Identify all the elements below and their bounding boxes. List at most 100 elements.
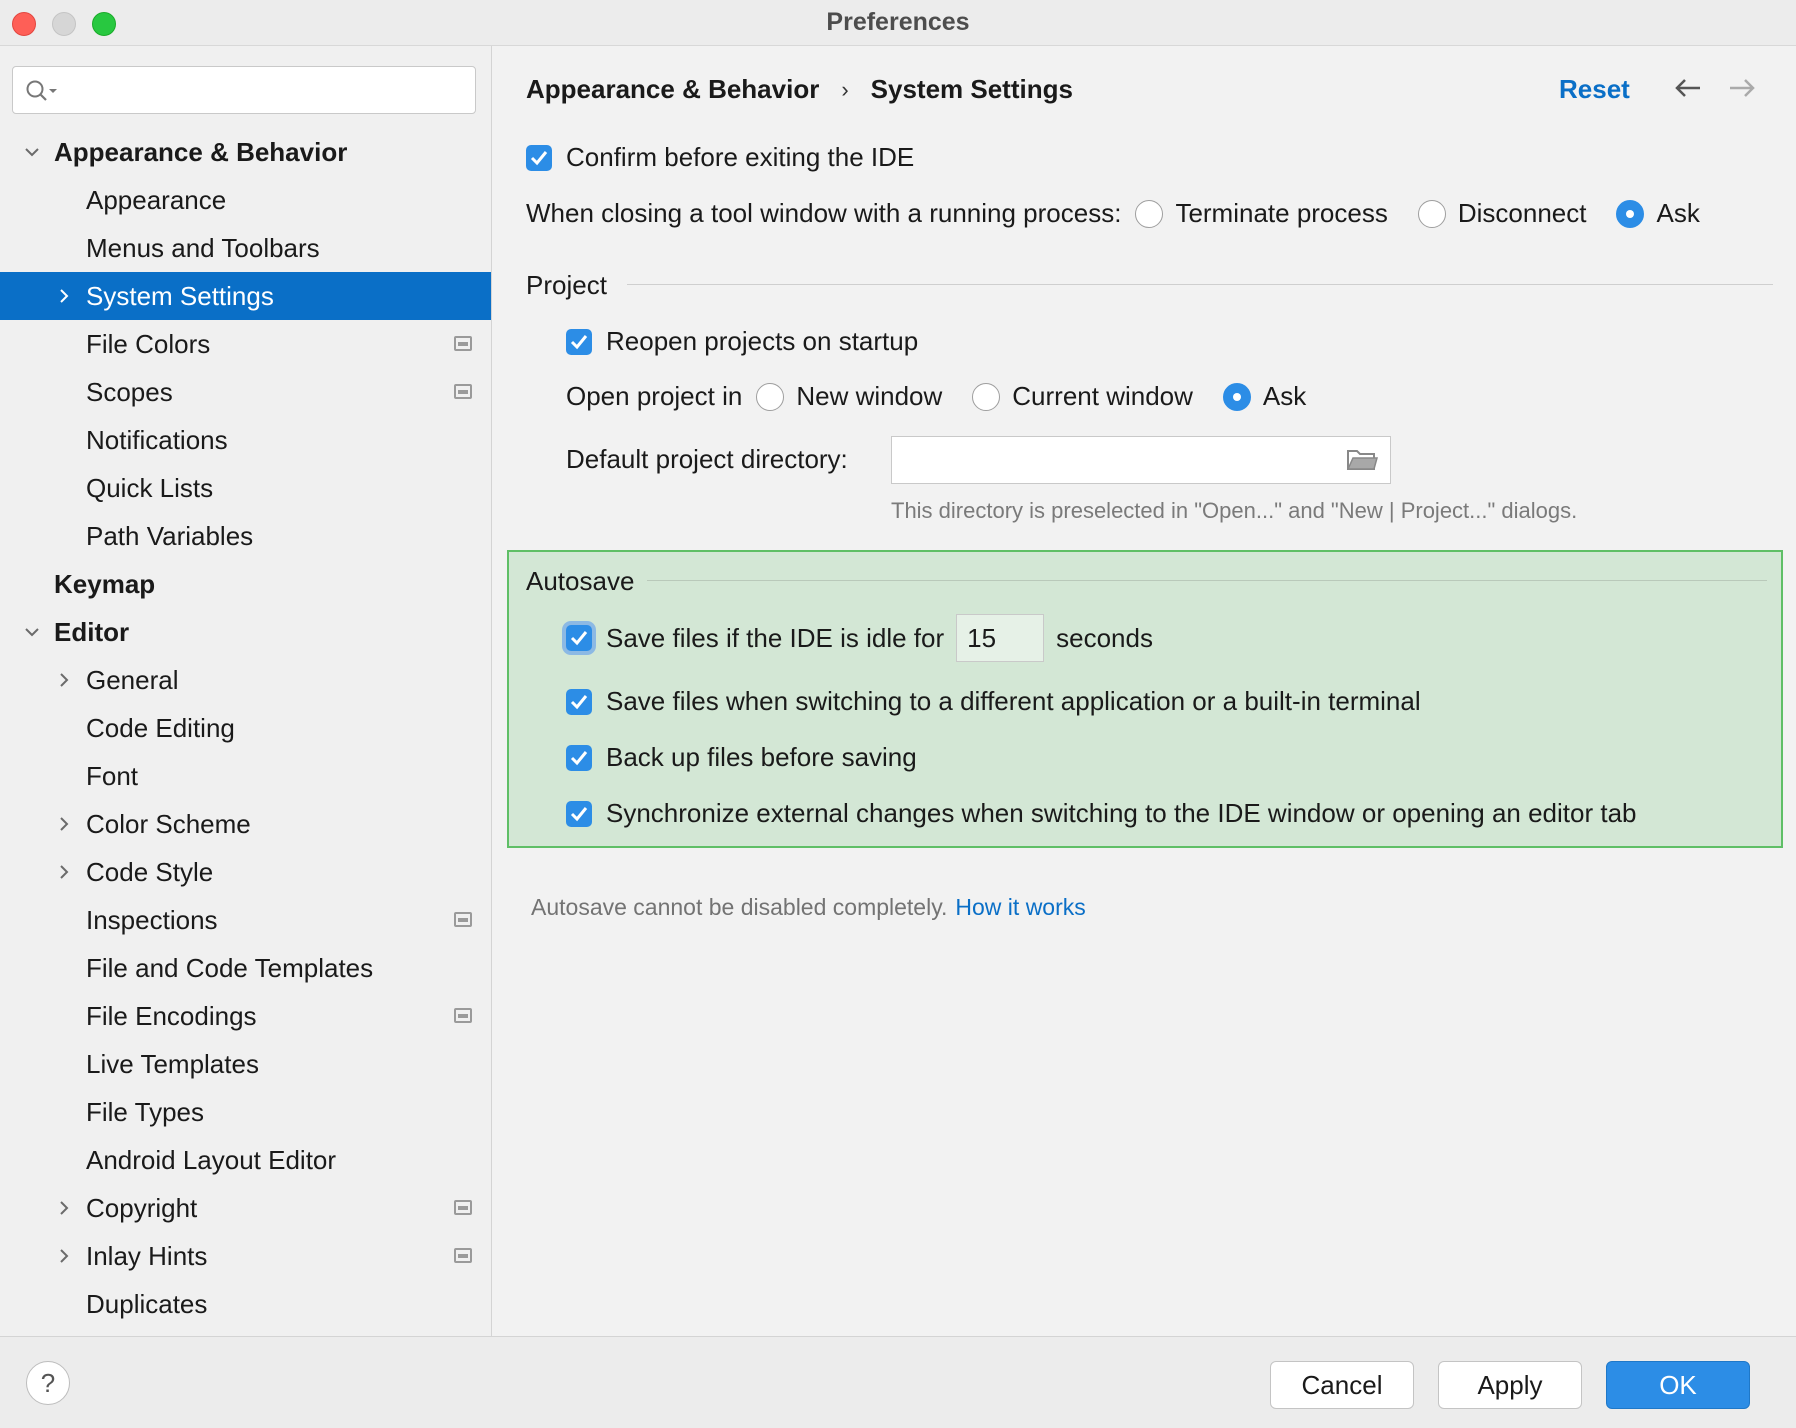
breadcrumb-parent[interactable]: Appearance & Behavior	[526, 74, 819, 105]
help-button[interactable]: ?	[26, 1361, 70, 1405]
sidebar-item-android-layout-editor[interactable]: Android Layout Editor	[0, 1136, 491, 1184]
sidebar-item-menus-and-toolbars[interactable]: Menus and Toolbars	[0, 224, 491, 272]
dialog-footer: ? Cancel Apply OK	[0, 1336, 1796, 1428]
sidebar-item-label: Notifications	[86, 424, 228, 455]
radio-new-window-label[interactable]: New window	[796, 381, 942, 412]
sidebar-item-color-scheme[interactable]: Color Scheme	[0, 800, 491, 848]
sidebar-item-live-templates[interactable]: Live Templates	[0, 1040, 491, 1088]
close-window-button[interactable]	[12, 12, 36, 36]
sidebar-item-file-colors[interactable]: File Colors	[0, 320, 491, 368]
chevron-right-icon[interactable]	[54, 862, 74, 882]
ok-button[interactable]: OK	[1606, 1361, 1750, 1409]
sidebar-item-keymap[interactable]: Keymap	[0, 560, 491, 608]
reopen-projects-checkbox[interactable]	[566, 328, 592, 355]
sidebar-item-code-editing[interactable]: Code Editing	[0, 704, 491, 752]
closing-tool-label: When closing a tool window with a runnin…	[526, 198, 1122, 228]
sidebar-item-label: Appearance & Behavior	[54, 136, 348, 167]
sidebar-item-path-variables[interactable]: Path Variables	[0, 512, 491, 560]
chevron-down-icon[interactable]	[22, 622, 42, 642]
radio-current-window[interactable]	[972, 382, 1001, 411]
chevron-right-icon[interactable]	[54, 1246, 74, 1266]
radio-current-window-label[interactable]: Current window	[1012, 381, 1193, 412]
folder-icon[interactable]	[1346, 447, 1378, 473]
sidebar-item-general[interactable]: General	[0, 656, 491, 704]
cancel-button[interactable]: Cancel	[1270, 1361, 1414, 1409]
project-scope-icon	[454, 1200, 472, 1215]
check-icon	[530, 150, 548, 165]
open-project-row: Open project in New window Current windo…	[566, 381, 1306, 412]
default-dir-field[interactable]	[891, 436, 1391, 484]
radio-disconnect[interactable]	[1417, 199, 1446, 228]
confirm-exit-option[interactable]: Confirm before exiting the IDE	[526, 142, 914, 173]
sidebar-item-label: Menus and Toolbars	[86, 232, 320, 263]
radio-ask-open-label[interactable]: Ask	[1263, 381, 1306, 412]
radio-ask-closing[interactable]	[1616, 199, 1645, 228]
maximize-window-button[interactable]	[92, 12, 116, 36]
autosave-section: Autosave Save files if the IDE is idle f…	[507, 550, 1783, 848]
backup-option[interactable]: Back up files before saving	[566, 742, 917, 773]
forward-arrow-icon[interactable]	[1727, 76, 1757, 100]
default-dir-row: Default project directory:	[566, 444, 848, 475]
sidebar-item-label: General	[86, 664, 179, 695]
confirm-exit-checkbox[interactable]	[526, 144, 552, 171]
sidebar-item-inlay-hints[interactable]: Inlay Hints	[0, 1232, 491, 1280]
backup-label: Back up files before saving	[606, 742, 917, 772]
apply-button[interactable]: Apply	[1438, 1361, 1582, 1409]
sidebar-item-label: Android Layout Editor	[86, 1144, 337, 1175]
sidebar-item-editor[interactable]: Editor	[0, 608, 491, 656]
project-scope-icon	[454, 912, 472, 927]
sidebar-item-file-types[interactable]: File Types	[0, 1088, 491, 1136]
project-scope-icon	[454, 1248, 472, 1263]
sidebar-item-duplicates[interactable]: Duplicates	[0, 1280, 491, 1328]
chevron-right-icon[interactable]	[54, 670, 74, 690]
back-arrow-icon[interactable]	[1673, 76, 1703, 100]
project-scope-icon	[454, 336, 472, 351]
chevron-down-icon[interactable]	[22, 142, 42, 162]
sidebar-item-system-settings[interactable]: System Settings	[0, 272, 491, 320]
autosave-note: Autosave cannot be disabled completely. H…	[531, 894, 1086, 921]
settings-panel: Appearance & Behavior › System Settings …	[493, 46, 1796, 1336]
default-dir-hint: This directory is preselected in "Open..…	[891, 498, 1578, 523]
sidebar-item-appearance[interactable]: Appearance	[0, 176, 491, 224]
reopen-projects-option[interactable]: Reopen projects on startup	[566, 326, 918, 357]
chevron-right-icon[interactable]	[54, 1198, 74, 1218]
sidebar-item-notifications[interactable]: Notifications	[0, 416, 491, 464]
backup-checkbox[interactable]	[566, 744, 592, 771]
sidebar-item-font[interactable]: Font	[0, 752, 491, 800]
idle-seconds-input[interactable]: 15	[956, 614, 1045, 662]
sidebar-item-label: Font	[86, 760, 139, 791]
sidebar-item-code-style[interactable]: Code Style	[0, 848, 491, 896]
search-input[interactable]	[12, 66, 476, 114]
idle-save-checkbox[interactable]	[566, 625, 592, 651]
confirm-exit-label: Confirm before exiting the IDE	[566, 142, 915, 172]
chevron-right-icon[interactable]	[54, 286, 74, 306]
default-dir-label: Default project directory:	[566, 444, 848, 474]
reset-button[interactable]: Reset	[1559, 74, 1630, 105]
sidebar-item-file-and-code-templates[interactable]: File and Code Templates	[0, 944, 491, 992]
how-it-works-link[interactable]: How it works	[955, 894, 1085, 920]
radio-new-window[interactable]	[756, 382, 785, 411]
minimize-window-button[interactable]	[52, 12, 76, 36]
sidebar-item-inspections[interactable]: Inspections	[0, 896, 491, 944]
radio-ask-open[interactable]	[1222, 382, 1251, 411]
sidebar-item-quick-lists[interactable]: Quick Lists	[0, 464, 491, 512]
sync-option[interactable]: Synchronize external changes when switch…	[566, 798, 1637, 829]
chevron-right-icon[interactable]	[54, 814, 74, 834]
sidebar-item-appearance-behavior[interactable]: Appearance & Behavior	[0, 128, 491, 176]
sidebar-item-file-encodings[interactable]: File Encodings	[0, 992, 491, 1040]
sidebar-item-copyright[interactable]: Copyright	[0, 1184, 491, 1232]
breadcrumb: Appearance & Behavior › System Settings	[526, 74, 1073, 105]
settings-tree: Appearance & Behavior Appearance Menus and…	[0, 128, 491, 1328]
project-section-title: Project	[526, 270, 607, 300]
sidebar-item-scopes[interactable]: Scopes	[0, 368, 491, 416]
radio-ask-closing-label[interactable]: Ask	[1656, 198, 1699, 229]
sync-checkbox[interactable]	[566, 800, 592, 827]
sidebar-item-label: Copyright	[86, 1192, 198, 1223]
radio-disconnect-label[interactable]: Disconnect	[1458, 198, 1587, 229]
radio-terminate-process[interactable]	[1135, 199, 1164, 228]
switch-app-label: Save files when switching to a different…	[606, 686, 1421, 716]
project-scope-icon	[454, 384, 472, 399]
radio-terminate-process-label[interactable]: Terminate process	[1175, 198, 1387, 229]
switch-app-option[interactable]: Save files when switching to a different…	[566, 686, 1421, 717]
switch-app-checkbox[interactable]	[566, 688, 592, 715]
